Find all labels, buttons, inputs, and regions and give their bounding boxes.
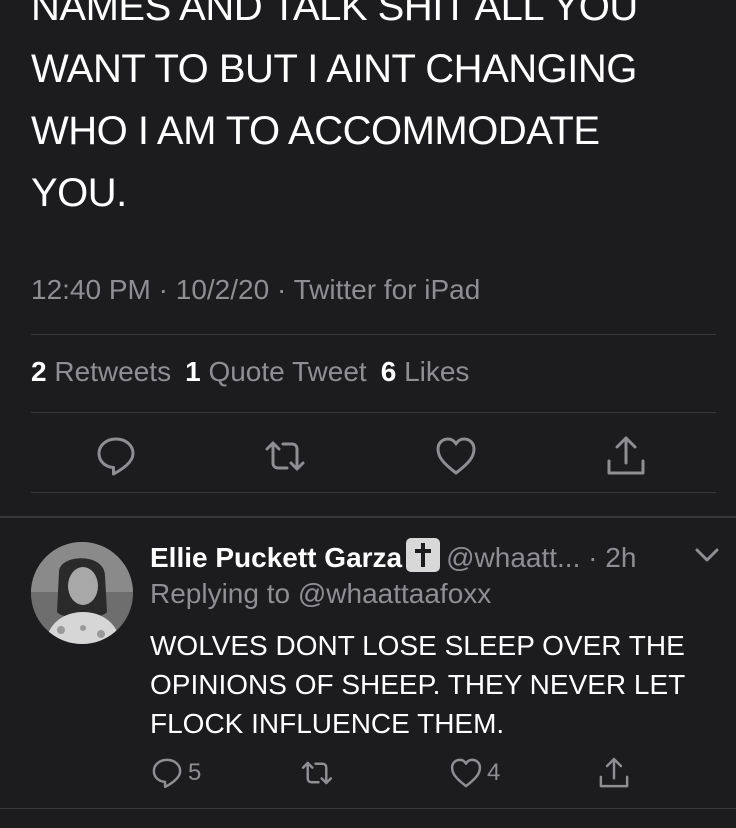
tweet-actions xyxy=(0,434,736,482)
reply-text-line: WOLVES DONT LOSE SLEEP OVER THE xyxy=(150,630,685,661)
tweet-text-line: NAMES AND TALK SHIT ALL YOU xyxy=(31,0,638,29)
tweet-source[interactable]: Twitter for iPad xyxy=(294,274,481,305)
likes-stat[interactable]: 6 Likes xyxy=(381,356,484,387)
likes-count: 6 xyxy=(380,356,397,387)
divider xyxy=(31,334,716,335)
reply-header: Ellie Puckett Garza @whaatt... · 2h xyxy=(150,538,636,574)
reply-text-line: OPINIONS OF SHEEP. THEY NEVER LET xyxy=(150,669,686,700)
tweet-time: 12:40 PM xyxy=(31,274,151,305)
reply-icon[interactable] xyxy=(94,434,138,478)
reply-like-count: 4 xyxy=(487,759,501,786)
divider xyxy=(0,808,736,809)
tweet-text: NAMES AND TALK SHIT ALL YOU WANT TO BUT … xyxy=(31,0,721,224)
retweet-icon xyxy=(300,756,334,790)
reply-count: 5 xyxy=(188,759,202,786)
retweets-label: Retweets xyxy=(54,356,172,387)
tweet-stats: 2 Retweets 1 Quote Tweet 6 Likes xyxy=(31,356,483,388)
tweet-text-line: WANT TO BUT I AINT CHANGING xyxy=(31,47,637,91)
like-icon xyxy=(449,756,483,790)
reply-icon xyxy=(150,756,184,790)
reply-author-name[interactable]: Ellie Puckett Garza xyxy=(150,542,402,573)
retweet-icon[interactable] xyxy=(263,434,307,478)
chevron-down-icon[interactable] xyxy=(694,545,720,565)
quotes-stat[interactable]: 1 Quote Tweet xyxy=(185,356,381,387)
divider xyxy=(31,492,716,493)
reply-like-button[interactable]: 4 xyxy=(449,755,500,791)
likes-label: Likes xyxy=(404,356,470,387)
retweets-stat[interactable]: 2 Retweets xyxy=(31,356,185,387)
reply-text-line: FLOCK INFLUENCE THEM. xyxy=(150,708,505,739)
meta-separator: · xyxy=(276,274,287,305)
replying-to: Replying to @whaattaafoxx xyxy=(150,578,492,609)
share-icon[interactable] xyxy=(604,434,648,478)
avatar[interactable] xyxy=(31,542,133,644)
tweet-date: 10/2/20 xyxy=(175,274,270,305)
divider xyxy=(31,412,716,413)
meta-separator: · xyxy=(158,274,168,305)
reply-time: · 2h xyxy=(588,542,637,573)
tweet-text-line: WHO I AM TO ACCOMMODATE xyxy=(31,109,600,153)
tweet-text-line: YOU. xyxy=(31,171,127,215)
like-icon[interactable] xyxy=(434,434,478,478)
reply-handle[interactable]: @whaatt... xyxy=(446,542,580,573)
cross-icon xyxy=(406,538,441,572)
reply-share-button[interactable] xyxy=(597,755,631,791)
reply-reply-button[interactable]: 5 xyxy=(150,755,201,791)
quotes-count: 1 xyxy=(185,356,201,387)
retweets-count: 2 xyxy=(31,356,47,387)
reply-retweet-button[interactable] xyxy=(300,755,338,791)
tweet-meta: 12:40 PM · 10/2/20 · Twitter for iPad xyxy=(31,274,480,306)
reply-actions: 5 4 xyxy=(0,755,736,791)
section-separator xyxy=(0,516,736,518)
reply-text: WOLVES DONT LOSE SLEEP OVER THE OPINIONS… xyxy=(150,626,730,743)
share-icon xyxy=(597,756,631,790)
quotes-label: Quote Tweet xyxy=(208,356,367,387)
